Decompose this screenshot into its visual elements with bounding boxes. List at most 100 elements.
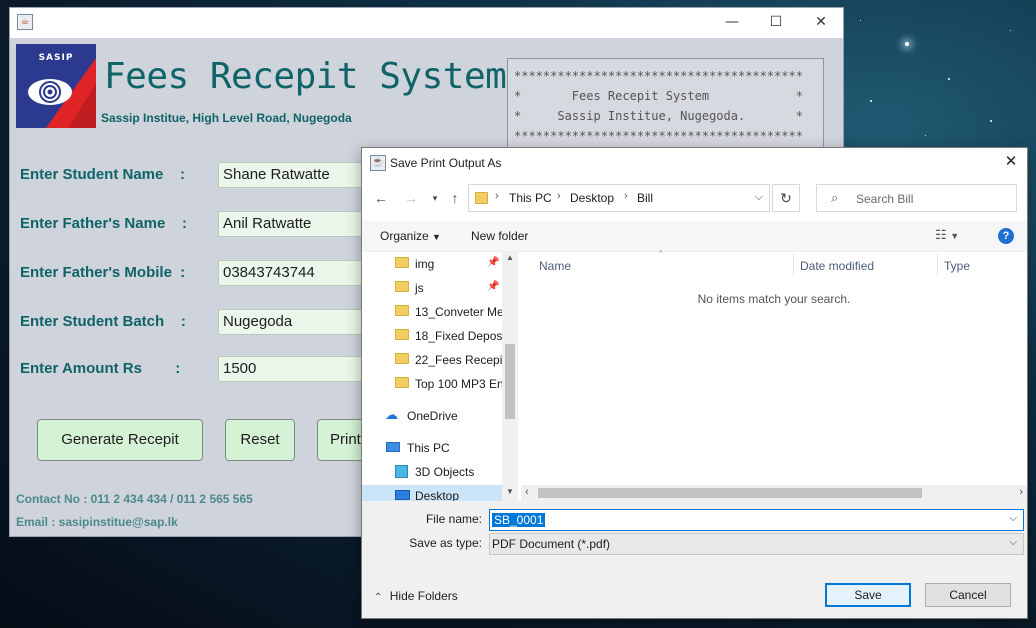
father-mobile-input[interactable]: 03843743744 [218,260,378,286]
save-as-type-label: Save as type: [409,536,482,550]
amount-label: Enter Amount Rs : [20,360,181,377]
close-icon: ✕ [1004,153,1018,170]
dialog-toolbar: Organize ▼ New folder ☷ ▼ [362,221,1027,252]
app-subtitle: Sassip Institue, High Level Road, Nugego… [101,111,352,125]
organize-menu[interactable]: Organize ▼ [380,229,441,243]
tree-item-label: js [415,281,424,295]
minimize-button[interactable]: — [709,8,755,38]
close-icon: ✕ [815,14,827,30]
sort-arrow-icon: ^ [659,249,663,258]
file-list-header: ^ Name Date modified Type [521,249,1027,279]
background-star [925,135,926,136]
folder-icon [395,353,409,364]
column-type[interactable]: Type [944,259,970,273]
new-folder-button[interactable]: New folder [471,229,528,243]
title-bar[interactable]: ☕ — ☐ ✕ [10,8,843,38]
chevron-down-icon: ⌵ [1009,537,1017,548]
receipt-line: **************************************** [514,129,803,143]
forward-button[interactable]: → [400,187,422,209]
student-batch-input[interactable]: Nugegoda [218,309,378,335]
tree-item-onedrive[interactable]: ☁ OneDrive [362,405,502,427]
scroll-up-icon[interactable]: ▲ [506,253,514,262]
sasip-logo: SASIP [16,44,96,128]
folder-icon [395,305,409,316]
dialog-title-bar[interactable]: ☕ Save Print Output As ✕ [362,148,1027,178]
navigation-tree: img 📌 js 📌 13_Conveter Me 18_Fixed Depos… [362,251,520,501]
breadcrumb-bill[interactable]: Bill [637,191,653,205]
tree-item-label: img [415,257,435,271]
tree-item-desktop[interactable]: Desktop [362,485,502,501]
tree-item-folder[interactable]: 22_Fees Recepit [362,349,502,371]
refresh-button[interactable]: ↻ [772,184,800,212]
contact-email: Email : sasipinstitue@sap.lk [16,515,178,529]
hide-folders-label: Hide Folders [389,589,458,603]
background-star [860,20,861,21]
maximize-button[interactable]: ☐ [753,8,799,38]
search-placeholder: Search Bill [856,192,914,206]
chevron-right-icon: › [624,190,628,202]
minimize-icon: — [725,14,739,30]
generate-receipt-button[interactable]: Generate Recepit [37,419,203,461]
tree-scrollbar[interactable]: ▲ ▼ [502,251,518,501]
tree-item-js[interactable]: js 📌 [362,277,502,299]
search-box[interactable]: ⌕ Search Bill [816,184,1017,212]
breadcrumb-desktop[interactable]: Desktop [570,191,614,205]
arrow-right-icon: → [404,190,418,206]
background-star [1010,30,1011,31]
save-as-type-select[interactable]: PDF Document (*.pdf) ⌵ [489,533,1024,555]
scrollbar-thumb[interactable] [505,344,515,419]
arrow-left-icon: ← [374,190,388,206]
reset-button[interactable]: Reset [225,419,295,461]
tree-item-folder[interactable]: Top 100 MP3 Eng [362,373,502,395]
save-form-area: File name: SB_0001 ⌵ Save as type: PDF D… [362,501,1027,561]
chevron-down-icon[interactable]: ⌵ [1009,513,1017,524]
father-name-label: Enter Father's Name : [20,215,187,232]
tree-item-3d-objects[interactable]: 3D Objects [362,461,502,483]
folder-icon [395,329,409,340]
tree-item-folder[interactable]: 18_Fixed Deposit [362,325,502,347]
student-name-input[interactable]: Shane Ratwatte [218,162,378,188]
background-star [870,100,872,102]
column-divider[interactable] [793,254,794,276]
receipt-preview-area[interactable]: ****************************************… [507,58,824,150]
view-options-icon[interactable]: ☷ ▼ [935,227,959,243]
receipt-line: * Sassip Institue, Nugegoda. * [514,109,803,123]
amount-input[interactable]: 1500 [218,356,378,382]
column-date-modified[interactable]: Date modified [800,259,874,273]
chevron-right-icon: › [557,190,561,202]
column-divider[interactable] [937,254,938,276]
scroll-left-icon[interactable]: ‹ [525,486,529,498]
java-cup-icon: ☕ [17,14,33,30]
help-icon[interactable]: ? [998,228,1014,244]
cube-icon [395,465,408,478]
father-mobile-label: Enter Father's Mobile : [20,264,186,281]
file-name-input[interactable]: SB_0001 ⌵ [489,509,1024,531]
up-button[interactable]: ↑ [444,187,466,209]
save-as-type-value: PDF Document (*.pdf) [492,537,611,551]
tree-item-folder[interactable]: 13_Conveter Me [362,301,502,323]
tree-item-this-pc[interactable]: This PC [362,437,502,459]
maximize-icon: ☐ [769,14,783,30]
file-list-hscrollbar[interactable]: ‹ › [521,485,1027,501]
breadcrumb-this-pc[interactable]: This PC [509,191,552,205]
file-name-label: File name: [425,512,482,526]
tree-item-img[interactable]: img 📌 [362,253,502,275]
cancel-button[interactable]: Cancel [925,583,1011,607]
recent-locations-button[interactable]: ▾ [424,187,446,209]
cloud-icon: ☁ [385,407,398,422]
back-button[interactable]: ← [370,187,392,209]
scroll-right-icon[interactable]: › [1019,486,1023,498]
dialog-close-button[interactable]: ✕ [995,148,1027,178]
hide-folders-toggle[interactable]: ⌃ Hide Folders [374,589,458,603]
app-title: Fees Recepit System [104,56,507,97]
column-name[interactable]: Name [539,259,571,273]
java-cup-icon: ☕ [370,155,386,171]
background-star [990,120,992,122]
father-name-input[interactable]: Anil Ratwatte [218,211,378,237]
scroll-down-icon[interactable]: ▼ [506,487,514,496]
save-button[interactable]: Save [825,583,911,607]
address-bar[interactable]: › This PC › Desktop › Bill ⌵ [468,184,770,212]
close-button[interactable]: ✕ [798,8,844,38]
scrollbar-thumb[interactable] [538,488,922,498]
chevron-down-icon[interactable]: ⌵ [755,191,763,204]
